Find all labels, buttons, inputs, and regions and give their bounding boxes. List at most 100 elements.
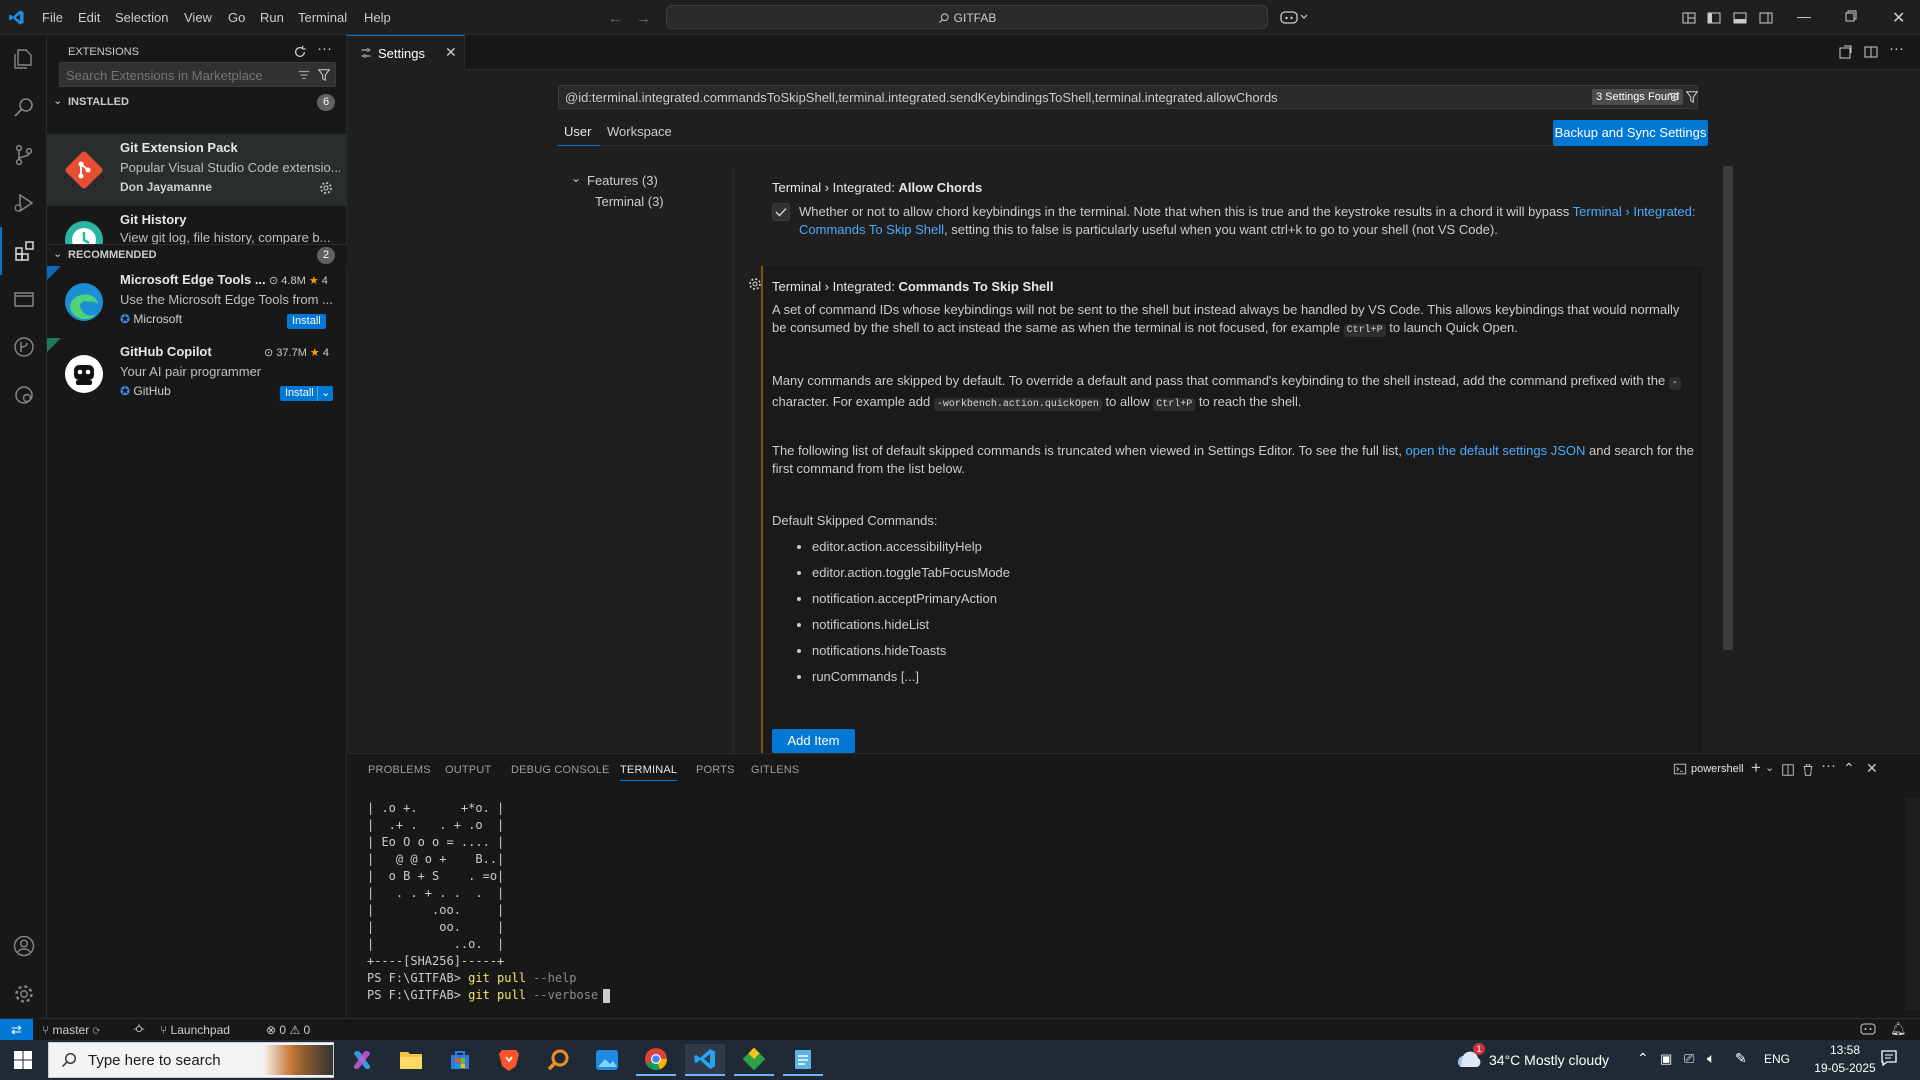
restore-icon[interactable] (1845, 10, 1857, 22)
maximize-panel-chevron-up-icon[interactable]: ⌃ (1843, 760, 1855, 777)
install-dropdown-chevron-icon[interactable]: ⌄ (317, 386, 334, 401)
accounts-icon[interactable] (0, 922, 47, 970)
remote-indicator-icon[interactable]: ⇄ (0, 1019, 33, 1040)
menu-go[interactable]: Go (228, 0, 245, 35)
add-item-button[interactable]: Add Item (772, 729, 855, 753)
more-actions-icon[interactable]: ··· (317, 40, 332, 57)
terminal-output[interactable]: | .o +. +*o. | | .+ . . + .o | | Eo O o o … (367, 800, 611, 1004)
new-terminal-plus-icon[interactable]: + (1751, 758, 1761, 778)
notifications-bell-icon[interactable]: 🔔︎ (1890, 1021, 1907, 1037)
menu-file[interactable]: File (42, 0, 63, 35)
extension-git-extension-pack[interactable]: Git Extension Pack Popular Visual Studio… (47, 134, 347, 206)
close-tab-icon[interactable]: ✕ (445, 44, 457, 61)
customize-layout-icon[interactable] (1681, 10, 1697, 26)
install-button[interactable]: Install (287, 314, 326, 329)
panel-tab-output[interactable]: OUTPUT (445, 764, 491, 776)
input-language[interactable]: ENG (1764, 1052, 1790, 1066)
panel-tab-terminal[interactable]: TERMINAL (620, 764, 678, 781)
extensions-icon[interactable] (0, 227, 47, 275)
editor-more-actions-icon[interactable]: ··· (1889, 40, 1904, 57)
copilot-status-icon[interactable] (1860, 1022, 1876, 1036)
minimize-icon[interactable]: — (1797, 8, 1811, 24)
explorer-icon[interactable] (0, 35, 47, 83)
git-app-icon[interactable] (734, 1044, 774, 1076)
command-center[interactable]: GITFAB (666, 5, 1268, 29)
action-center-icon[interactable] (1880, 1049, 1898, 1067)
copilot-icon[interactable] (1280, 9, 1310, 25)
taskbar-search-box[interactable]: Type here to search (48, 1042, 334, 1078)
clock-time[interactable]: 13:58 (1815, 1043, 1875, 1057)
launchpad-indicator[interactable]: ⑂ Launchpad (160, 1023, 230, 1037)
recommended-section-header[interactable]: ⌄ RECOMMENDED 2 (47, 244, 347, 266)
backup-sync-button[interactable]: Backup and Sync Settings (1553, 120, 1708, 146)
run-debug-icon[interactable] (0, 179, 47, 227)
split-editor-icon[interactable] (1863, 44, 1879, 60)
meet-now-icon[interactable]: ▣ (1660, 1051, 1672, 1067)
tab-settings[interactable]: Settings ✕ (347, 35, 465, 70)
allow-chords-checkbox[interactable] (772, 203, 790, 221)
settings-filter-icon[interactable] (1685, 90, 1699, 104)
show-hidden-icons-chevron-icon[interactable]: ⌃ (1637, 1050, 1649, 1067)
extension-github-copilot[interactable]: GitHub Copilot ⊙ 37.7M ★ 4 Your AI pair … (47, 338, 347, 410)
problems-indicator[interactable]: ⊗ 0 ⚠ 0 (266, 1023, 310, 1037)
search-app-icon[interactable] (538, 1044, 578, 1076)
setting-gear-icon[interactable] (747, 276, 763, 292)
notepad-icon[interactable] (783, 1044, 823, 1076)
volume-icon[interactable]: 🔈︎ (1707, 1050, 1715, 1067)
toc-features[interactable]: Features (3) (587, 173, 658, 188)
filter-icon[interactable] (317, 68, 331, 82)
open-settings-json-icon[interactable] (1837, 44, 1853, 60)
microsoft-store-icon[interactable] (440, 1044, 480, 1076)
menu-help[interactable]: Help (364, 0, 391, 35)
extension-microsoft-edge-tools[interactable]: Microsoft Edge Tools ... ⊙ 4.8M ★ 4 Use … (47, 266, 347, 338)
manage-gear-icon[interactable] (0, 970, 47, 1018)
toggle-panel-icon[interactable] (1732, 10, 1748, 26)
toc-terminal[interactable]: Terminal (3) (595, 194, 664, 209)
menu-run[interactable]: Run (260, 0, 284, 35)
extension-gear-icon[interactable] (318, 180, 334, 196)
clock-date[interactable]: 19-05-2025 (1805, 1061, 1885, 1075)
terminal-shell-name[interactable]: powershell (1691, 763, 1744, 775)
search-view-icon[interactable] (0, 83, 47, 131)
close-window-icon[interactable]: ✕ (1892, 8, 1905, 28)
extension-git-history[interactable]: Git History View git log, file history, … (47, 206, 347, 244)
brave-browser-icon[interactable] (489, 1044, 529, 1076)
menu-selection[interactable]: Selection (115, 0, 168, 35)
panel-tab-debug-console[interactable]: DEBUG CONSOLE (511, 764, 610, 776)
menu-terminal[interactable]: Terminal (298, 0, 347, 35)
kill-terminal-trash-icon[interactable] (1801, 763, 1815, 777)
menu-edit[interactable]: Edit (78, 0, 100, 35)
gitlens-status-icon[interactable] (132, 1022, 146, 1036)
extensions-search-box[interactable] (59, 62, 336, 87)
copilot-app-icon[interactable] (342, 1044, 382, 1076)
panel-tab-ports[interactable]: PORTS (696, 764, 735, 776)
menu-view[interactable]: View (184, 0, 212, 35)
weather-text[interactable]: 34°C Mostly cloudy (1489, 1052, 1609, 1068)
file-explorer-icon[interactable] (391, 1044, 431, 1076)
clear-search-icon[interactable] (1667, 90, 1681, 104)
gitlens-inspect-icon[interactable] (0, 371, 47, 419)
panel-tab-gitlens[interactable]: GITLENS (751, 764, 799, 776)
toggle-secondary-sidebar-icon[interactable] (1758, 10, 1774, 26)
tab-workspace[interactable]: Workspace (607, 124, 672, 139)
windows-start-icon[interactable] (3, 1044, 43, 1076)
extensions-search-input[interactable] (66, 66, 286, 84)
settings-search-input[interactable]: @id:terminal.integrated.commandsToSkipSh… (565, 90, 1278, 105)
forward-arrow-icon[interactable]: → (636, 10, 651, 27)
settings-scrollbar[interactable] (1723, 166, 1733, 650)
close-panel-icon[interactable]: ✕ (1866, 760, 1878, 777)
terminal-dropdown-chevron-icon[interactable]: ⌄ (1765, 761, 1774, 774)
chrome-icon[interactable] (636, 1044, 676, 1076)
remote-explorer-icon[interactable] (0, 275, 47, 323)
settings-search-box[interactable]: @id:terminal.integrated.commandsToSkipSh… (558, 85, 1699, 109)
gitlens-icon[interactable] (0, 323, 47, 371)
source-control-icon[interactable] (0, 131, 47, 179)
branch-indicator[interactable]: ⑂ master ⟳ (42, 1023, 100, 1037)
panel-tab-problems[interactable]: PROBLEMS (368, 764, 431, 776)
split-terminal-icon[interactable] (1781, 763, 1795, 777)
toggle-sidebar-icon[interactable] (1706, 10, 1722, 26)
refresh-icon[interactable] (293, 45, 307, 59)
panel-more-actions-icon[interactable]: ··· (1821, 757, 1836, 774)
photos-app-icon[interactable] (587, 1044, 627, 1076)
clear-filter-icon[interactable] (297, 68, 311, 82)
